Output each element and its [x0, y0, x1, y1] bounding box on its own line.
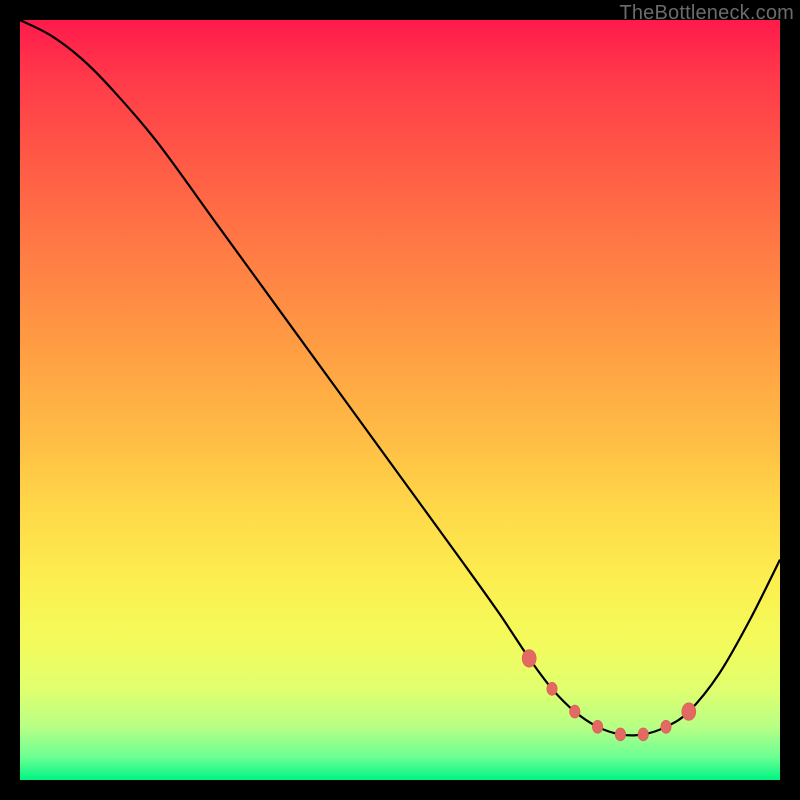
optimal-region-markers — [522, 650, 696, 741]
curve-line — [20, 20, 780, 735]
bottleneck-curve — [20, 20, 780, 780]
marker-dot — [661, 720, 671, 733]
marker-dot — [570, 705, 580, 718]
marker-dot — [682, 703, 696, 721]
marker-dot — [547, 682, 557, 695]
marker-dot — [592, 720, 602, 733]
marker-dot — [522, 650, 536, 668]
marker-dot — [638, 728, 648, 741]
chart-container: TheBottleneck.com — [0, 0, 800, 800]
plot-area — [20, 20, 780, 780]
marker-dot — [615, 728, 625, 741]
